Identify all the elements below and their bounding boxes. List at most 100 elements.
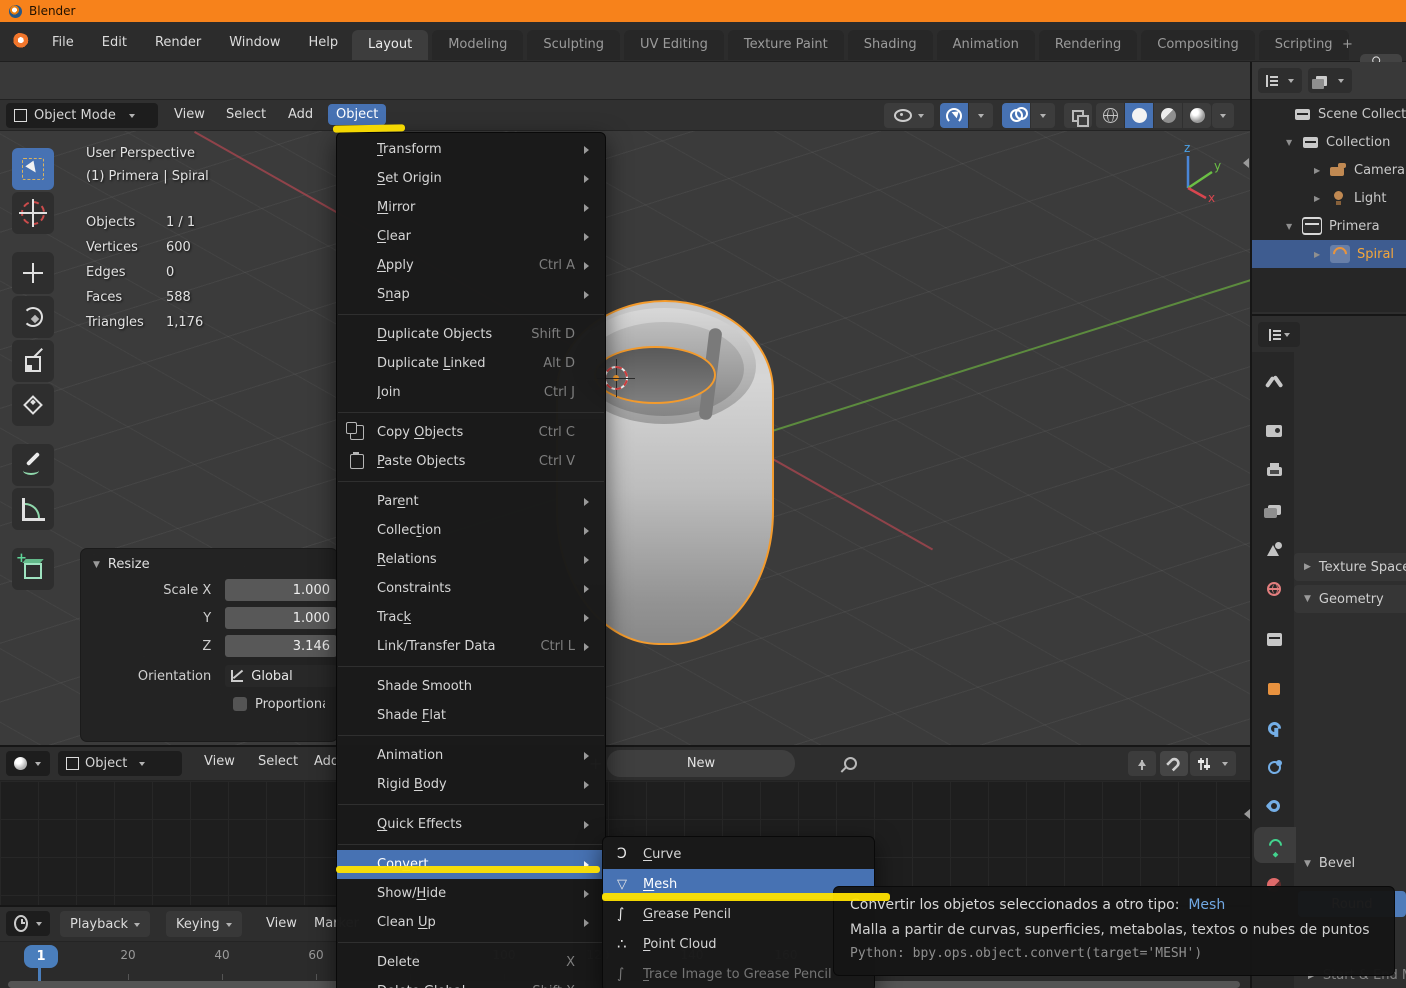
proportional-editing-checkbox[interactable]: [233, 697, 247, 711]
menu-item[interactable]: Show/Hide: [337, 879, 605, 908]
shader-sidebar-collapse-arrow[interactable]: [1239, 809, 1250, 819]
disclosure-icon[interactable]: ▼: [1286, 222, 1302, 231]
world-icon[interactable]: [1254, 571, 1294, 607]
scene-icon[interactable]: [1254, 531, 1294, 567]
gizmos-toggle[interactable]: [940, 103, 968, 128]
tool-icon[interactable]: [1254, 364, 1294, 400]
menu-item[interactable]: Delete X: [337, 948, 605, 977]
menu-item[interactable]: Link/Transfer Data Ctrl L: [337, 632, 605, 661]
visibility-dropdown[interactable]: [884, 103, 934, 128]
menu-item[interactable]: Copy Objects Ctrl C: [337, 418, 605, 447]
select-menu[interactable]: Select: [218, 104, 274, 125]
menu-item[interactable]: Apply Ctrl A: [337, 251, 605, 280]
select-box-tool[interactable]: [12, 148, 54, 190]
collection-icon[interactable]: [1254, 621, 1294, 657]
menu-item[interactable]: Mirror: [337, 193, 605, 222]
new-material-button[interactable]: + New: [589, 750, 795, 777]
shading-dropdown[interactable]: [1212, 103, 1234, 128]
menu-item[interactable]: Join Ctrl J: [337, 378, 605, 407]
outliner-row-spiral[interactable]: ▶ Spiral: [1252, 240, 1406, 268]
current-frame-indicator[interactable]: 1: [24, 945, 58, 968]
cursor-tool[interactable]: [12, 192, 54, 234]
workspace-tab[interactable]: UV Editing: [624, 30, 724, 60]
menu-item[interactable]: [337, 799, 605, 810]
properties-filter-dropdown[interactable]: [1258, 322, 1300, 347]
disclosure-icon[interactable]: ▼: [1286, 138, 1302, 147]
resize-panel-header[interactable]: ▼ Resize: [81, 549, 337, 576]
shading-wireframe-button[interactable]: [1096, 103, 1124, 128]
menubar-menu[interactable]: Render: [141, 31, 215, 54]
physics-icon[interactable]: [1254, 749, 1294, 785]
menu-item[interactable]: Shade Flat: [337, 701, 605, 730]
workspace-tab[interactable]: Shading: [847, 30, 933, 60]
shader-view-menu[interactable]: View: [196, 751, 243, 772]
workspace-tab[interactable]: Layout: [352, 30, 429, 60]
menu-item[interactable]: Relations: [337, 545, 605, 574]
playback-dropdown[interactable]: Playback: [60, 911, 151, 937]
add-workspace-button[interactable]: +: [1334, 30, 1361, 59]
geometry-panel-header[interactable]: ▼ Geometry: [1294, 585, 1406, 613]
outliner-row-primera[interactable]: ▼ Primera: [1252, 212, 1406, 240]
sidebar-collapse-arrow[interactable]: [1238, 158, 1249, 168]
resize-operator-panel[interactable]: ▼ Resize Scale X 1.000 Y 1.000 Z 3.146 O…: [80, 548, 338, 742]
menu-item[interactable]: [337, 730, 605, 741]
shading-rendered-button[interactable]: [1183, 103, 1211, 128]
go-to-parent-node-button[interactable]: [1128, 751, 1156, 776]
menu-item[interactable]: Constraints: [337, 574, 605, 603]
menu-item[interactable]: [337, 839, 605, 850]
workspace-tab[interactable]: Rendering: [1038, 30, 1138, 60]
menubar-menu[interactable]: Help: [295, 31, 353, 54]
keying-dropdown[interactable]: Keying: [166, 911, 242, 937]
pin-button[interactable]: [836, 751, 866, 776]
menu-item[interactable]: Clean Up: [337, 908, 605, 937]
navigation-axis-gizmo[interactable]: z y x: [1162, 140, 1228, 204]
field-value[interactable]: 3.146: [225, 635, 337, 657]
outliner-row-scene-collection[interactable]: Scene Collection: [1252, 100, 1406, 128]
outliner-row-camera[interactable]: ▶ Camera: [1252, 156, 1406, 184]
shading-material-button[interactable]: [1154, 103, 1182, 128]
menu-item[interactable]: Track: [337, 603, 605, 632]
menu-item[interactable]: Animation: [337, 741, 605, 770]
menu-item[interactable]: Convert: [337, 850, 605, 879]
menubar-menu[interactable]: Edit: [88, 31, 141, 54]
menu-item[interactable]: [337, 309, 605, 320]
node-snap-toggle[interactable]: [1160, 751, 1188, 776]
menu-item[interactable]: Duplicate Linked Alt D: [337, 349, 605, 378]
menu-item[interactable]: Duplicate Objects Shift D: [337, 320, 605, 349]
transform-tool[interactable]: [12, 384, 54, 426]
outliner-filter-dropdown[interactable]: [1308, 68, 1352, 93]
render-icon[interactable]: [1254, 413, 1294, 449]
gizmos-dropdown[interactable]: [969, 103, 993, 128]
3d-viewport[interactable]: Object Mode View Select Add Object + Use…: [0, 100, 1250, 745]
timeline-view-menu[interactable]: View: [266, 916, 297, 931]
menu-item[interactable]: [337, 937, 605, 948]
menu-item[interactable]: [337, 661, 605, 672]
orientation-dropdown[interactable]: Global: [225, 665, 337, 687]
disclosure-icon[interactable]: ▶: [1314, 250, 1330, 259]
rotate-tool[interactable]: [12, 296, 54, 338]
editor-type-dropdown[interactable]: [6, 751, 50, 776]
outliner-row-light[interactable]: ▶ Light: [1252, 184, 1406, 212]
scale-tool[interactable]: [12, 340, 54, 382]
3d-cursor[interactable]: [597, 359, 635, 397]
menu-item[interactable]: Paste Objects Ctrl V: [337, 447, 605, 476]
overlays-dropdown[interactable]: [1031, 103, 1055, 128]
xray-toggle[interactable]: [1064, 103, 1092, 128]
menu-item[interactable]: Clear: [337, 222, 605, 251]
blender-logo-icon[interactable]: [8, 33, 30, 50]
menu-item[interactable]: Shade Smooth: [337, 672, 605, 701]
bevel-panel-header[interactable]: ▼ Bevel: [1304, 856, 1355, 871]
move-tool[interactable]: [12, 252, 54, 294]
field-value[interactable]: 1.000: [225, 607, 337, 629]
convert-item-curve[interactable]: Ɔ Curve: [603, 839, 874, 869]
menu-item[interactable]: Collection: [337, 516, 605, 545]
overlays-toggle[interactable]: [1002, 103, 1030, 128]
workspace-tab[interactable]: Sculpting: [527, 30, 621, 60]
modifiers-icon[interactable]: [1254, 710, 1294, 746]
shader-type-dropdown[interactable]: Object: [58, 751, 182, 776]
measure-tool[interactable]: [12, 488, 54, 530]
menu-item[interactable]: Transform: [337, 135, 605, 164]
menubar-menu[interactable]: File: [38, 31, 88, 54]
workspace-tab[interactable]: Modeling: [432, 30, 524, 60]
menu-item[interactable]: Parent: [337, 487, 605, 516]
